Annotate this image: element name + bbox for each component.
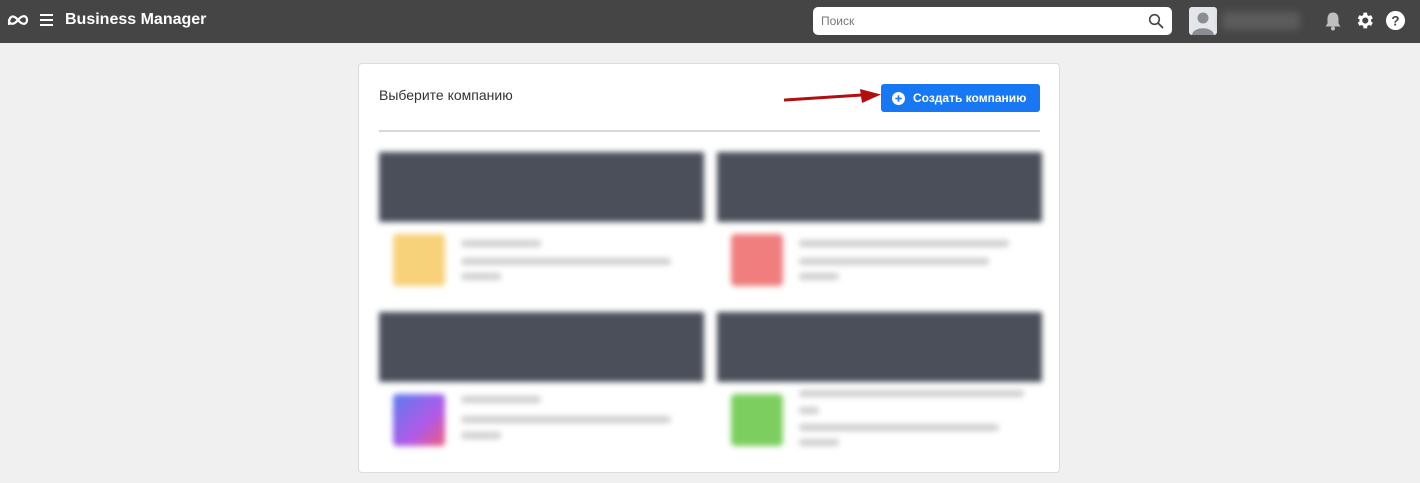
company-tile[interactable]	[379, 312, 704, 462]
company-logo	[393, 234, 445, 286]
gear-icon[interactable]	[1354, 10, 1375, 31]
svg-text:?: ?	[1391, 13, 1399, 28]
plus-circle-icon	[892, 91, 905, 105]
company-cover	[379, 152, 704, 222]
arrow-annotation-icon	[784, 89, 881, 103]
bell-icon[interactable]	[1324, 11, 1342, 31]
company-tile[interactable]	[717, 152, 1042, 302]
company-logo	[731, 394, 783, 446]
search-box[interactable]	[813, 7, 1172, 35]
menu-icon[interactable]	[40, 14, 53, 26]
help-icon[interactable]: ?	[1385, 10, 1406, 31]
avatar[interactable]	[1189, 7, 1217, 35]
meta-logo-icon[interactable]	[7, 12, 29, 28]
company-cover	[717, 152, 1042, 222]
company-logo	[393, 394, 445, 446]
company-cover	[379, 312, 704, 382]
user-silhouette-icon	[1192, 12, 1214, 35]
search-input[interactable]	[813, 7, 1133, 35]
card-title: Выберите компанию	[379, 87, 513, 103]
account-switcher[interactable]	[1222, 12, 1300, 30]
divider	[379, 130, 1040, 132]
app-title[interactable]: Business Manager	[65, 11, 206, 29]
company-cover	[717, 312, 1042, 382]
top-bar: Business Manager ?	[0, 0, 1420, 43]
company-logo	[731, 234, 783, 286]
search-icon[interactable]	[1148, 13, 1164, 29]
select-company-card: Выберите компанию Создать компанию	[358, 63, 1060, 473]
create-company-button[interactable]: Создать компанию	[881, 84, 1040, 112]
create-company-label: Создать компанию	[913, 91, 1027, 105]
company-tile[interactable]	[717, 312, 1042, 462]
company-tile[interactable]	[379, 152, 704, 302]
